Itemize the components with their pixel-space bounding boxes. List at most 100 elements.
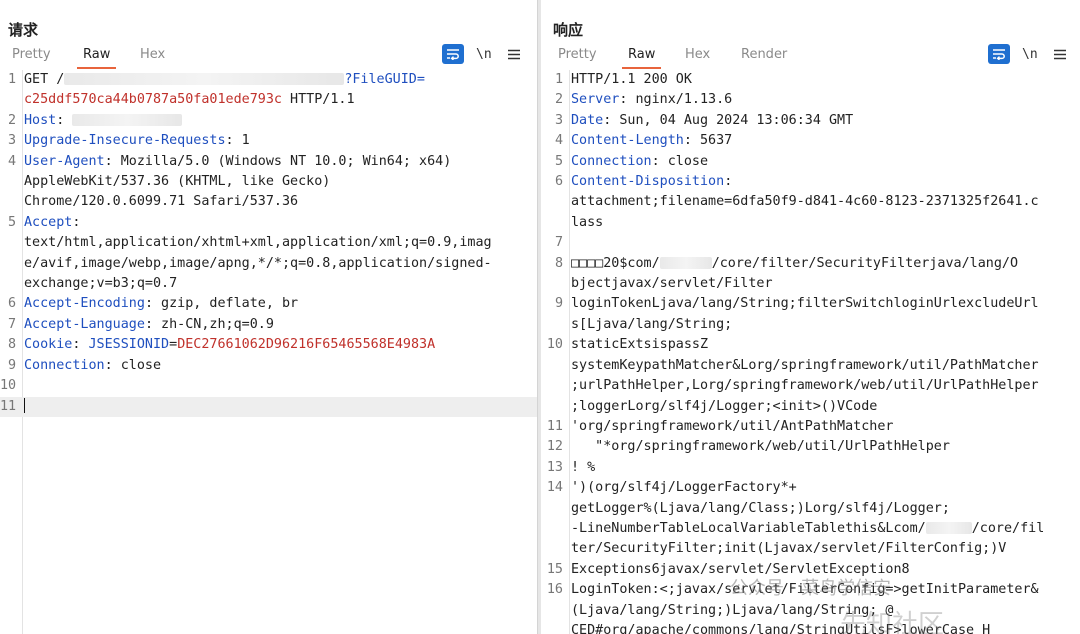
code-text: : zh-CN,zh;q=0.9: [144, 316, 274, 332]
code-line: ;urlPathHelper,Lorg/springframework/web/…: [541, 376, 1080, 396]
code-line: getLogger%(Ljava/lang/Class;)Lorg/slf4j/…: [541, 499, 1080, 519]
line-number: 9: [554, 296, 563, 312]
line-code: Host:: [22, 111, 183, 131]
tab-raw[interactable]: Raw: [621, 44, 662, 69]
code-line: s[Ljava/lang/String;: [541, 315, 1080, 335]
redacted-text: [72, 113, 183, 126]
header-name: Accept-Language: [24, 316, 145, 332]
code-line: 7 Accept-Language: zh-CN,zh;q=0.9: [0, 315, 537, 335]
menu-icon[interactable]: [507, 45, 520, 64]
code-text: staticExtsispassZ: [571, 337, 709, 353]
line-number: [0, 254, 22, 274]
line-number: 8: [7, 337, 16, 353]
code-line: -LineNumberTableLocalVariableTablethis&L…: [541, 519, 1080, 539]
highlight-value: c25ddf570ca44b0787a50fa01ede793c: [24, 92, 282, 108]
code-line: (Ljava/lang/String;)Ljava/lang/String; @: [541, 601, 1080, 621]
code-line: 9 loginTokenLjava/lang/String;filterSwitc…: [541, 294, 1080, 314]
code-text: /core/filter/SecurityFilterjava/lang/O: [711, 255, 1019, 271]
line-number: [541, 397, 569, 417]
code-line: 5 Connection: close: [541, 152, 1080, 172]
tab-pretty[interactable]: Pretty: [12, 44, 51, 68]
line-number: [541, 519, 569, 539]
header-name: Content-Length: [571, 133, 684, 149]
code-line: 2 Server: nginx/1.13.6: [541, 90, 1080, 110]
code-text: e/avif,image/webp,image/apng,*/*;q=0.8,a…: [24, 255, 492, 271]
code-text: GET /: [24, 72, 65, 87]
line-number: 4: [554, 133, 563, 149]
line-code: Content-Length: 5637: [569, 131, 732, 151]
code-text: attachment;filename=6dfa50f9-d841-4c60-8…: [571, 194, 1039, 210]
request-toolbar: \n: [442, 44, 520, 64]
line-code: "*org/springframework/web/util/UrlPathHe…: [569, 437, 950, 457]
line-code: Date: Sun, 04 Aug 2024 13:06:34 GMT: [569, 111, 853, 131]
code-line: ter/SecurityFilter;init(Ljavax/servlet/F…: [541, 539, 1080, 559]
line-number: 1: [7, 72, 16, 87]
header-name: Accept: [24, 214, 73, 230]
code-line: 10 staticExtsispassZ: [541, 335, 1080, 355]
response-editor[interactable]: 1 HTTP/1.1 200 OK 2 Server: nginx/1.13.6 3 Da…: [541, 70, 1080, 634]
code-line: 6 Accept-Encoding: gzip, deflate, br: [0, 294, 537, 314]
tab-hex[interactable]: Hex: [140, 44, 165, 68]
line-number: 7: [554, 235, 563, 251]
code-text: ;urlPathHelper,Lorg/springframework/web/…: [571, 378, 1039, 394]
redacted-text: [64, 73, 345, 85]
code-text: : gzip, deflate, br: [144, 296, 299, 312]
line-number: 14: [546, 480, 563, 496]
header-name: Date: [571, 112, 604, 128]
word-wrap-icon[interactable]: [988, 44, 1010, 64]
menu-icon[interactable]: [1053, 45, 1066, 64]
code-line: ;loggerLorg/slf4j/Logger;<init>()VCode: [541, 397, 1080, 417]
line-number: [541, 274, 569, 294]
line-code: ')(org/slf4j/LoggerFactory*+: [569, 478, 797, 498]
tab-raw[interactable]: Raw: [76, 44, 117, 69]
word-wrap-icon[interactable]: [442, 44, 464, 64]
code-text: : close: [104, 357, 162, 373]
code-text: exchange;v=b3;q=0.7: [24, 276, 178, 292]
code-line: bjectjavax/servlet/Filter: [541, 274, 1080, 294]
line-code: systemKeypathMatcher&Lorg/springframewor…: [569, 356, 1039, 376]
line-number: [541, 315, 569, 335]
line-code: text/html,application/xhtml+xml,applicat…: [22, 233, 492, 253]
line-number: [541, 356, 569, 376]
header-name: Accept-Encoding: [24, 296, 145, 312]
line-code: staticExtsispassZ: [569, 335, 708, 355]
show-newlines-toggle[interactable]: \n: [1022, 47, 1038, 62]
code-text: AppleWebKit/537.36 (KHTML, like Gecko): [24, 174, 331, 190]
header-name: Host: [24, 112, 57, 128]
line-number: [0, 274, 22, 294]
line-code: Server: nginx/1.13.6: [569, 90, 732, 110]
line-number: [0, 233, 22, 253]
line-number: 10: [0, 378, 17, 394]
code-text: : close: [651, 153, 709, 169]
line-code: ! %: [569, 458, 595, 478]
line-code: Upgrade-Insecure-Requests: 1: [22, 131, 250, 151]
show-newlines-toggle[interactable]: \n: [476, 47, 492, 62]
code-line: 4 User-Agent: Mozilla/5.0 (Windows NT 10.…: [0, 152, 537, 172]
tab-pretty[interactable]: Pretty: [558, 44, 597, 68]
code-line: Chrome/120.0.6099.71 Safari/537.36: [0, 192, 537, 212]
redacted-text: [925, 521, 972, 534]
code-text: ! %: [571, 459, 596, 475]
line-code: -LineNumberTableLocalVariableTablethis&L…: [569, 519, 1044, 539]
line-number: [541, 539, 569, 559]
header-name: Content-Disposition: [571, 174, 725, 190]
code-line: lass: [541, 213, 1080, 233]
line-number: [541, 376, 569, 396]
request-editor[interactable]: 1 GET / ?FileGUID= c25ddf570ca44b0787a50fa0…: [0, 70, 537, 634]
tab-hex[interactable]: Hex: [685, 44, 710, 68]
code-line: CED#org/apache/commons/lang/StringUtilsF…: [541, 621, 1080, 634]
code-line: AppleWebKit/537.36 (KHTML, like Gecko): [0, 172, 537, 192]
code-line: 5 Accept:: [0, 213, 537, 233]
line-number: 10: [546, 337, 563, 353]
line-code: e/avif,image/webp,image/apng,*/*;q=0.8,a…: [22, 254, 492, 274]
line-code: Chrome/120.0.6099.71 Safari/537.36: [22, 192, 298, 212]
line-number: [541, 192, 569, 212]
header-name: Server: [571, 92, 620, 108]
code-text: ')(org/slf4j/LoggerFactory*+: [571, 480, 797, 496]
tab-render[interactable]: Render: [741, 44, 787, 68]
code-text: "*org/springframework/web/util/UrlPathHe…: [571, 439, 950, 455]
code-line: systemKeypathMatcher&Lorg/springframewor…: [541, 356, 1080, 376]
line-number: [541, 213, 569, 233]
code-text: HTTP/1.1: [281, 92, 355, 108]
